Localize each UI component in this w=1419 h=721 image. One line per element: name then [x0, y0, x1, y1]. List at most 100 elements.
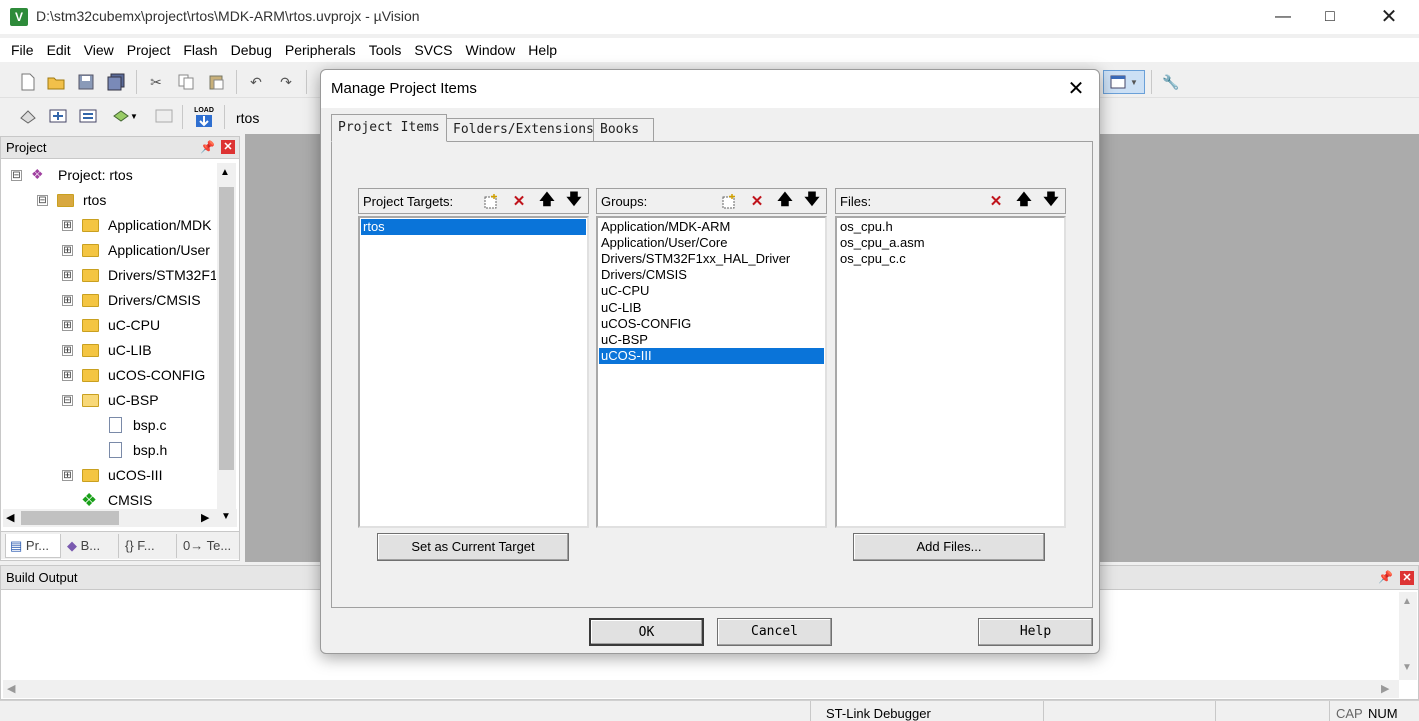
rebuild-icon[interactable] [78, 106, 98, 126]
tab-folders-extensions[interactable]: Folders/Extensions [446, 118, 601, 142]
open-file-icon[interactable] [46, 72, 66, 92]
tree-group-ucos-iii[interactable]: ⊞ uCOS-III [1, 463, 216, 488]
expand-icon[interactable]: ⊞ [62, 370, 73, 381]
window-layout-dropdown-icon[interactable]: ▼ [1103, 70, 1145, 94]
tree-group-drivers-cmsis[interactable]: ⊞ Drivers/CMSIS [1, 288, 216, 313]
expand-icon[interactable]: ⊞ [62, 320, 73, 331]
scroll-down-icon[interactable]: ▼ [221, 511, 231, 522]
tab-functions[interactable]: {} F... [121, 534, 177, 558]
tree-vertical-scrollbar[interactable]: ▲ [217, 163, 236, 527]
pin-icon[interactable]: 📌 [200, 140, 215, 154]
hscrollbar-thumb[interactable] [21, 511, 119, 525]
scroll-right-icon[interactable]: ▶ [201, 511, 209, 524]
move-file-down-icon[interactable]: 🡇 [1040, 191, 1062, 211]
tree-file-bsp-h[interactable]: bsp.h [1, 438, 216, 463]
configure-wrench-icon[interactable]: 🔧 [1161, 72, 1181, 92]
move-group-up-icon[interactable]: 🡅 [774, 191, 796, 211]
menu-project[interactable]: Project [121, 38, 178, 62]
tree-target-rtos[interactable]: ⊟ rtos [1, 188, 216, 213]
move-target-down-icon[interactable]: 🡇 [563, 191, 585, 211]
new-target-icon[interactable] [480, 191, 502, 211]
maximize-button[interactable]: □ [1307, 0, 1353, 34]
list-item[interactable]: Application/User/Core [599, 235, 824, 251]
redo-icon[interactable]: ↷ [276, 72, 296, 92]
new-group-icon[interactable] [718, 191, 740, 211]
collapse-icon[interactable]: ⊟ [62, 395, 73, 406]
build-icon[interactable] [48, 106, 68, 126]
scroll-down-icon[interactable]: ▼ [1402, 662, 1412, 673]
menu-edit[interactable]: Edit [41, 38, 78, 62]
translate-icon[interactable] [18, 106, 38, 126]
tree-group-application-user[interactable]: ⊞ Application/User [1, 238, 216, 263]
menu-peripherals[interactable]: Peripherals [279, 38, 363, 62]
load-download-icon[interactable]: LOAD [192, 104, 216, 130]
tree-group-ucos-config[interactable]: ⊞ uCOS-CONFIG [1, 363, 216, 388]
window-close-button[interactable]: ✕ [1366, 0, 1412, 34]
pin-icon[interactable]: 📌 [1378, 570, 1393, 584]
list-item[interactable]: Application/MDK-ARM [599, 219, 824, 235]
scroll-left-icon[interactable]: ◀ [6, 511, 14, 524]
delete-group-icon[interactable]: ✕ [746, 191, 768, 211]
tree-project-root[interactable]: ⊟ ❖ Project: rtos [1, 163, 216, 188]
scrollbar-thumb[interactable] [219, 187, 234, 470]
target-select[interactable]: rtos [236, 110, 259, 126]
expand-icon[interactable]: ⊞ [62, 345, 73, 356]
menu-svcs[interactable]: SVCS [408, 38, 459, 62]
expand-icon[interactable]: ⊞ [62, 220, 73, 231]
list-item[interactable]: uCOS-CONFIG [599, 316, 824, 332]
scroll-left-icon[interactable]: ◀ [7, 682, 15, 695]
files-list[interactable]: os_cpu.h os_cpu_a.asm os_cpu_c.c [835, 216, 1066, 528]
paste-icon[interactable] [206, 72, 226, 92]
tab-books[interactable]: Books [593, 118, 654, 142]
add-files-button[interactable]: Add Files... [853, 533, 1045, 561]
tree-group-uc-lib[interactable]: ⊞ uC-LIB [1, 338, 216, 363]
list-item[interactable]: uC-LIB [599, 300, 824, 316]
tree-file-bsp-c[interactable]: bsp.c [1, 413, 216, 438]
ok-button[interactable]: OK [589, 618, 704, 646]
move-target-up-icon[interactable]: 🡅 [536, 191, 558, 211]
build-output-hscrollbar[interactable]: ◀ ▶ [3, 680, 1399, 698]
copy-icon[interactable] [176, 72, 196, 92]
undo-icon[interactable]: ↶ [246, 72, 266, 92]
menu-help[interactable]: Help [522, 38, 564, 62]
list-item[interactable]: os_cpu.h [838, 219, 1063, 235]
tab-project[interactable]: ▤ Pr... [5, 534, 61, 558]
tree-horizontal-scrollbar[interactable]: ◀ ▶ ▼ [3, 509, 237, 527]
list-item[interactable]: rtos [361, 219, 586, 235]
list-item[interactable]: Drivers/STM32F1xx_HAL_Driver [599, 251, 824, 267]
groups-list[interactable]: Application/MDK-ARM Application/User/Cor… [596, 216, 827, 528]
panel-close-icon[interactable]: ✕ [221, 140, 235, 154]
menu-flash[interactable]: Flash [177, 38, 224, 62]
expand-icon[interactable]: ⊞ [62, 245, 73, 256]
tree-group-application-mdk[interactable]: ⊞ Application/MDK [1, 213, 216, 238]
list-item[interactable]: os_cpu_a.asm [838, 235, 1063, 251]
minimize-button[interactable]: — [1260, 0, 1306, 34]
expand-icon[interactable]: ⊞ [62, 270, 73, 281]
menu-window[interactable]: Window [460, 38, 523, 62]
dialog-close-icon[interactable]: ✕ [1061, 76, 1091, 102]
tab-templates[interactable]: 0→ Te... [179, 534, 237, 558]
set-as-current-target-button[interactable]: Set as Current Target [377, 533, 569, 561]
tree-group-uc-bsp[interactable]: ⊟ uC-BSP [1, 388, 216, 413]
batch-build-dropdown-icon[interactable]: ▼ [108, 106, 142, 126]
save-all-icon[interactable] [106, 72, 126, 92]
save-icon[interactable] [76, 72, 96, 92]
cancel-button[interactable]: Cancel [717, 618, 832, 646]
tab-project-items[interactable]: Project Items [331, 114, 447, 142]
list-item-selected[interactable]: uCOS-III [599, 348, 824, 364]
list-item[interactable]: uC-BSP [599, 332, 824, 348]
expand-icon[interactable]: ⊞ [62, 470, 73, 481]
expand-icon[interactable]: ⊞ [62, 295, 73, 306]
menu-file[interactable]: File [0, 38, 41, 62]
scroll-up-icon[interactable]: ▲ [1402, 596, 1412, 607]
delete-target-icon[interactable]: ✕ [508, 191, 530, 211]
build-output-vscrollbar[interactable]: ▲ ▼ [1399, 592, 1417, 680]
move-group-down-icon[interactable]: 🡇 [801, 191, 823, 211]
panel-close-icon[interactable]: ✕ [1400, 571, 1414, 585]
collapse-icon[interactable]: ⊟ [11, 170, 22, 181]
tree-group-uc-cpu[interactable]: ⊞ uC-CPU [1, 313, 216, 338]
list-item[interactable]: uC-CPU [599, 283, 824, 299]
menu-view[interactable]: View [78, 38, 121, 62]
tree-group-drivers-stm32[interactable]: ⊞ Drivers/STM32F1 [1, 263, 216, 288]
new-file-icon[interactable] [18, 72, 38, 92]
